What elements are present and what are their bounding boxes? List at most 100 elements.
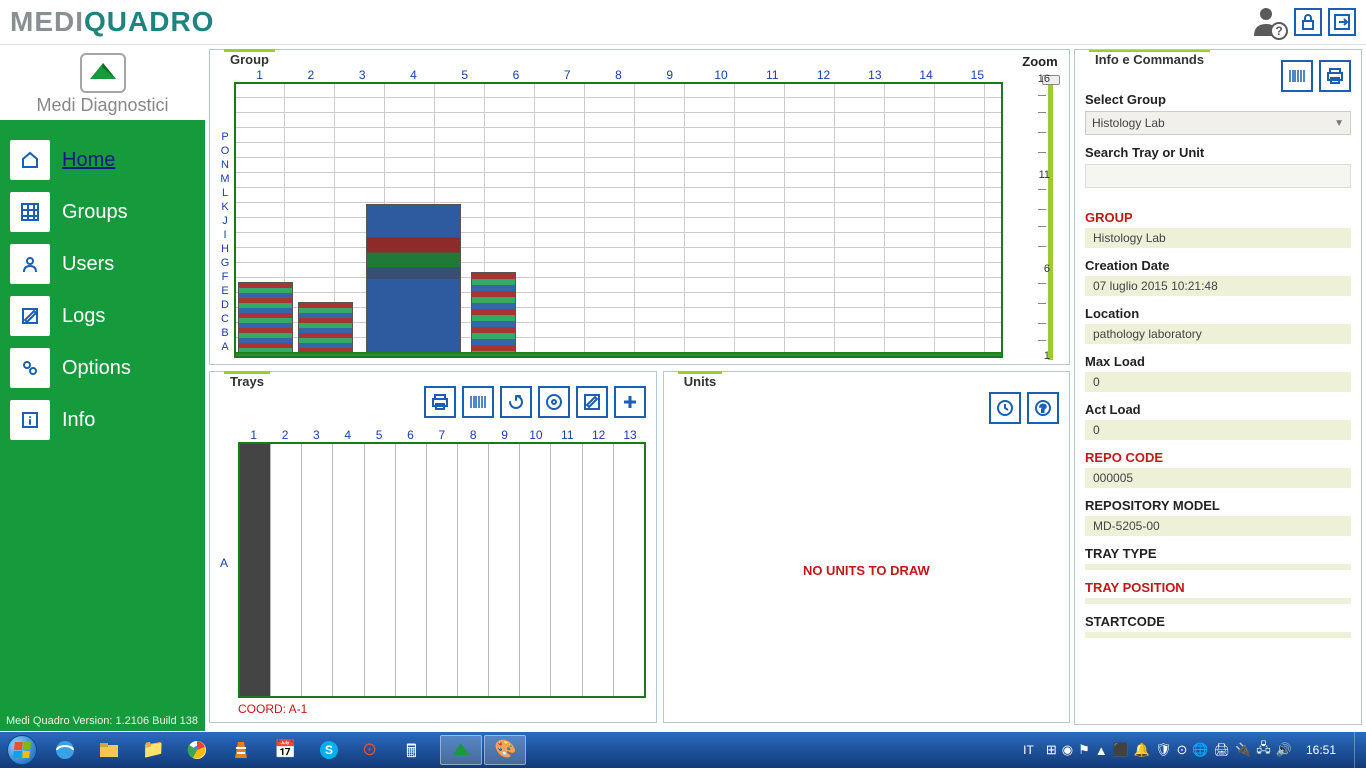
nav-options[interactable]: Options — [10, 348, 195, 388]
language-indicator[interactable]: IT — [1017, 743, 1040, 757]
repository-icon[interactable] — [471, 272, 516, 354]
tray-icon[interactable]: ⊙ — [1176, 742, 1187, 758]
taskbar-clock[interactable]: 16:51 — [1298, 743, 1344, 757]
creation-date-label: Creation Date — [1085, 258, 1351, 273]
taskbar-ie-icon[interactable] — [44, 735, 86, 765]
repository-icon[interactable] — [238, 282, 293, 354]
location-label: Location — [1085, 306, 1351, 321]
print-button[interactable] — [1319, 60, 1351, 92]
maxload-value: 0 — [1085, 372, 1351, 392]
lock-button[interactable] — [1294, 8, 1322, 36]
tray-icon[interactable]: 🌐 — [1192, 742, 1208, 758]
tray-flag-icon[interactable]: ⚑ — [1078, 742, 1090, 758]
tray-volume-icon[interactable]: 🔊 — [1276, 742, 1292, 758]
units-panel: Units ? NO UNITS TO DRAW — [663, 371, 1070, 723]
taskbar-calendar-icon[interactable]: 📅 — [264, 735, 306, 765]
search-label: Search Tray or Unit — [1085, 145, 1351, 160]
nav-users[interactable]: Users — [10, 244, 195, 284]
help-button[interactable]: ? — [1027, 392, 1059, 424]
taskbar-app-icon[interactable]: 📁 — [132, 735, 174, 765]
tray-power-icon[interactable]: 🔌 — [1235, 742, 1251, 758]
units-empty-message: NO UNITS TO DRAW — [674, 424, 1059, 716]
svg-text:?: ? — [1275, 24, 1282, 38]
svg-text:?: ? — [1040, 403, 1047, 415]
traypos-label: TRAY POSITION — [1085, 580, 1351, 595]
tray-network-icon[interactable]: 🖧 — [1256, 739, 1271, 761]
units-panel-title: Units — [678, 371, 723, 389]
tray-icon[interactable]: 🛡 — [1155, 742, 1172, 758]
traypos-value — [1085, 598, 1351, 604]
gears-icon — [10, 348, 50, 388]
startcode-value — [1085, 632, 1351, 638]
group-value: Histology Lab — [1085, 228, 1351, 248]
select-group-dropdown[interactable]: Histology Lab▼ — [1085, 111, 1351, 135]
company-logo: Medi Diagnostici — [0, 45, 205, 120]
info-icon — [10, 400, 50, 440]
taskbar-paint-icon[interactable]: 🎨 — [484, 735, 526, 765]
group-row-labels: PONM LKJI HGFE DCBA — [216, 68, 234, 358]
chevron-down-icon: ▼ — [1334, 118, 1344, 129]
user-help-icon[interactable]: ? — [1252, 4, 1288, 40]
tray-icon[interactable]: ▲ — [1095, 743, 1108, 758]
disk-button[interactable] — [538, 386, 570, 418]
trays-col-labels: 12345 678910 111213 — [238, 428, 646, 442]
group-panel: Group PONM LKJI HGFE DCBA 12345 678910 1… — [209, 49, 1070, 365]
info-panel-title: Info e Commands — [1089, 49, 1210, 67]
group-col-labels: 12345 678910 1112131415 — [234, 68, 1003, 82]
startcode-label: STARTCODE — [1085, 614, 1351, 629]
repository-icon[interactable] — [366, 204, 461, 354]
nav-home[interactable]: Home — [10, 140, 195, 180]
repository-icon[interactable] — [298, 302, 353, 354]
repomodel-label: REPOSITORY MODEL — [1085, 498, 1351, 513]
add-button[interactable] — [614, 386, 646, 418]
location-value: pathology laboratory — [1085, 324, 1351, 344]
maxload-label: Max Load — [1085, 354, 1351, 369]
repomodel-value: MD-5205-00 — [1085, 516, 1351, 536]
search-input[interactable] — [1085, 164, 1351, 188]
trays-panel: Trays A 12345 678910 111213 — [209, 371, 657, 723]
version-label: Medi Quadro Version: 1.2106 Build 138 — [6, 715, 198, 727]
select-group-label: Select Group — [1085, 92, 1351, 107]
coord-label: COORD: A-1 — [238, 702, 646, 716]
edit-button[interactable] — [576, 386, 608, 418]
zoom-control: Zoom 16 11 6 1 — [1009, 50, 1069, 364]
export-button[interactable] — [500, 386, 532, 418]
grid-icon — [10, 192, 50, 232]
group-grid[interactable] — [234, 82, 1003, 358]
nav-logs[interactable]: Logs — [10, 296, 195, 336]
taskbar-mediquadro-icon[interactable] — [440, 735, 482, 765]
taskbar-explorer-icon[interactable] — [88, 735, 130, 765]
repocode-value: 000005 — [1085, 468, 1351, 488]
zoom-slider[interactable]: 16 11 6 1 — [1020, 75, 1060, 360]
tray-row-label: A — [220, 556, 238, 570]
barcode-button[interactable] — [462, 386, 494, 418]
clock-button[interactable] — [989, 392, 1021, 424]
traytype-value — [1085, 564, 1351, 570]
taskbar-chrome-icon[interactable] — [176, 735, 218, 765]
print-button[interactable] — [424, 386, 456, 418]
sidebar: Medi Diagnostici Home Groups Users Logs … — [0, 45, 205, 731]
actload-label: Act Load — [1085, 402, 1351, 417]
trays-panel-title: Trays — [224, 371, 270, 389]
exit-button[interactable] — [1328, 8, 1356, 36]
nav-info[interactable]: Info — [10, 400, 195, 440]
actload-value: 0 — [1085, 420, 1351, 440]
tray-icon[interactable]: ⬛ — [1113, 742, 1129, 758]
creation-date-value: 07 luglio 2015 10:21:48 — [1085, 276, 1351, 296]
trays-grid[interactable] — [238, 442, 646, 698]
tray-icon[interactable]: ⊞ — [1046, 742, 1057, 758]
taskbar-vlc-icon[interactable] — [220, 735, 262, 765]
nav-groups[interactable]: Groups — [10, 192, 195, 232]
repocode-label: REPO CODE — [1085, 450, 1351, 465]
app-titlebar: MEDIQUADRO ? — [0, 0, 1366, 45]
taskbar-calc-icon[interactable]: 🖩 — [396, 735, 438, 765]
show-desktop-button[interactable] — [1354, 732, 1366, 768]
taskbar-skype-icon[interactable]: S — [308, 735, 350, 765]
tray-icon[interactable]: 🔔 — [1134, 742, 1150, 758]
tray-icon[interactable]: ◉ — [1062, 742, 1073, 758]
windows-taskbar: 📁 📅 S ⊙ 🖩 🎨 IT ⊞ ◉ ⚑ ▲ ⬛ 🔔 🛡 ⊙ 🌐 🖨 🔌 🖧 🔊… — [0, 732, 1366, 768]
taskbar-app-icon[interactable]: ⊙ — [352, 735, 394, 765]
start-button[interactable] — [0, 732, 44, 768]
barcode-button[interactable] — [1281, 60, 1313, 92]
tray-icon[interactable]: 🖨 — [1214, 742, 1231, 758]
